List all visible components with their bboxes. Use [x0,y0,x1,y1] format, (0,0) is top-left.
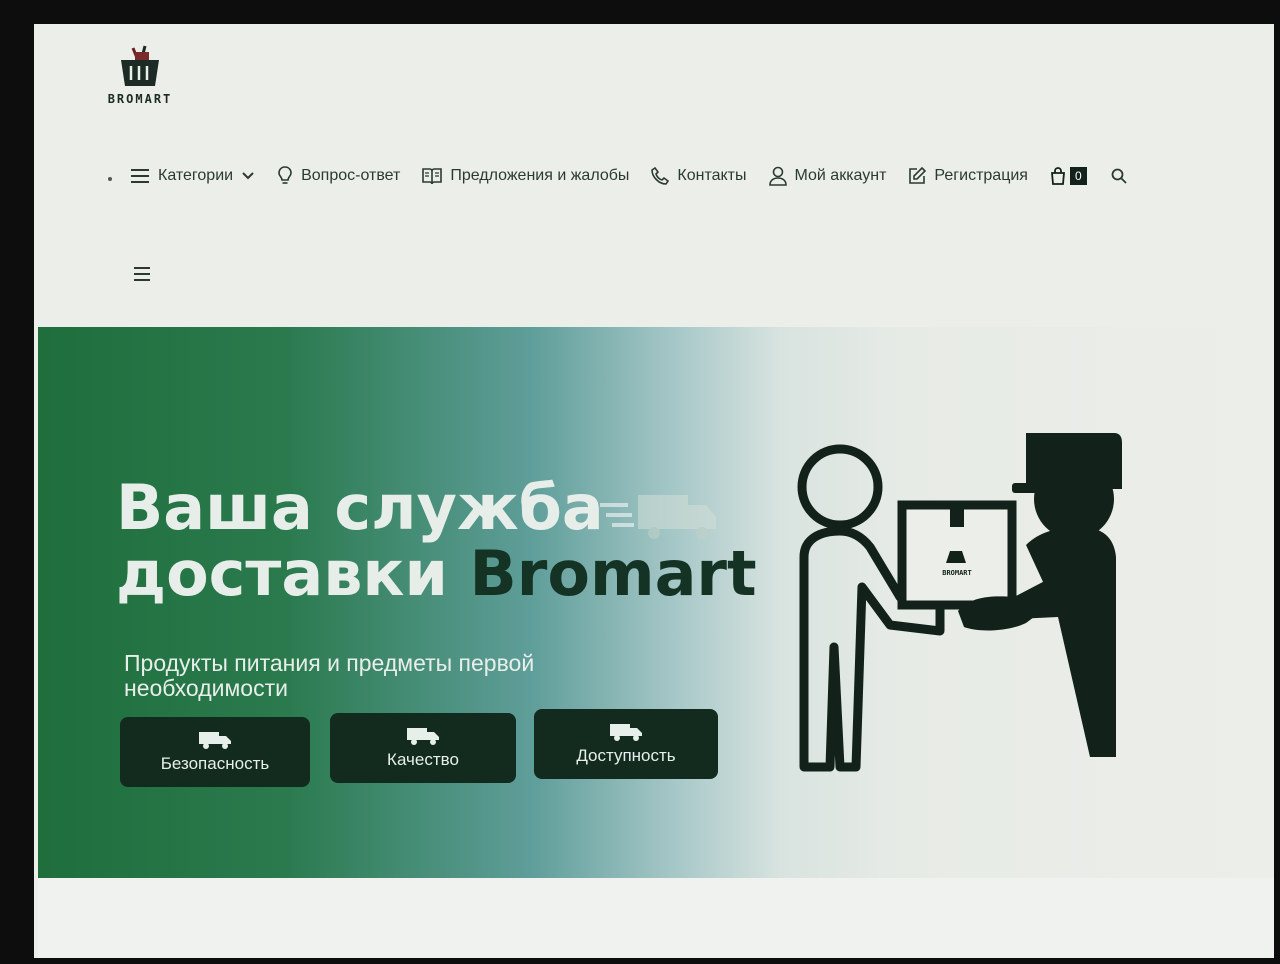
nav-item-label: Категории [158,167,234,184]
cart-button[interactable]: 0 [1050,167,1087,185]
feature-quality-button[interactable]: Качество [330,713,516,783]
nav-item-label: Мой аккаунт [794,167,887,184]
lightbulb-icon [278,166,292,184]
site-logo[interactable]: BROMART [100,42,180,112]
chevron-down-icon [242,172,254,180]
nav-item-faq[interactable]: Вопрос-ответ [277,166,400,186]
nav-item-feedback[interactable]: Предложения и жалобы [422,167,629,185]
parcel-label: BROMART [942,569,972,577]
main-nav: Категории Вопрос-ответ Предложения и жал… [108,160,1228,192]
shopping-bag-icon [1050,167,1065,185]
courier-body [1016,527,1116,757]
feature-safety-button[interactable]: Безопасность [120,717,310,787]
fast-delivery-truck-icon [600,495,716,539]
browser-viewport: BROMART Категории Вопрос-ответ Предложен… [34,24,1274,958]
mobile-menu-icon[interactable] [132,264,152,284]
nav-item-categories[interactable]: Категории [130,167,255,185]
nav-item-label: Вопрос-ответ [301,167,401,184]
nav-item-contacts[interactable]: Контакты [651,167,747,185]
edit-icon [909,167,927,184]
menu-icon [131,169,149,183]
nav-item-label: Регистрация [934,167,1028,184]
nav-item-account[interactable]: Мой аккаунт [768,166,887,186]
nav-item-label: Предложения и жалобы [450,167,630,184]
nav-item-register[interactable]: Регистрация [908,167,1028,185]
logo-text: BROMART [107,92,173,106]
search-icon[interactable] [1111,168,1127,184]
truck-icon [610,724,642,741]
cart-count-badge: 0 [1069,167,1087,185]
user-icon [768,166,787,186]
truck-icon [199,732,231,749]
hero-banner: Ваша служба доставки Bromart Продукты пи… [38,327,1274,878]
nav-item-label: Контакты [677,167,747,184]
courier-head [1034,459,1114,539]
feature-label: Доступность [576,746,676,765]
delivery-illustration: BROMART [797,433,1122,772]
basket-icon [121,45,159,86]
book-icon [422,168,443,185]
page-content-area [38,878,1274,958]
nav-marker [108,177,112,181]
customer-head [797,444,883,530]
phone-icon [651,167,670,185]
hero-title-line2: доставки [116,537,448,610]
hero-title-line1: Ваша служба [116,471,604,544]
feature-label: Безопасность [160,754,270,773]
hero-subtitle: Продукты питания и предметы первой необх… [124,650,535,701]
feature-label: Качество [387,750,459,769]
hero-title-brand: Bromart [469,537,757,610]
truck-icon [407,728,439,745]
feature-availability-button[interactable]: Доступность [534,709,718,779]
